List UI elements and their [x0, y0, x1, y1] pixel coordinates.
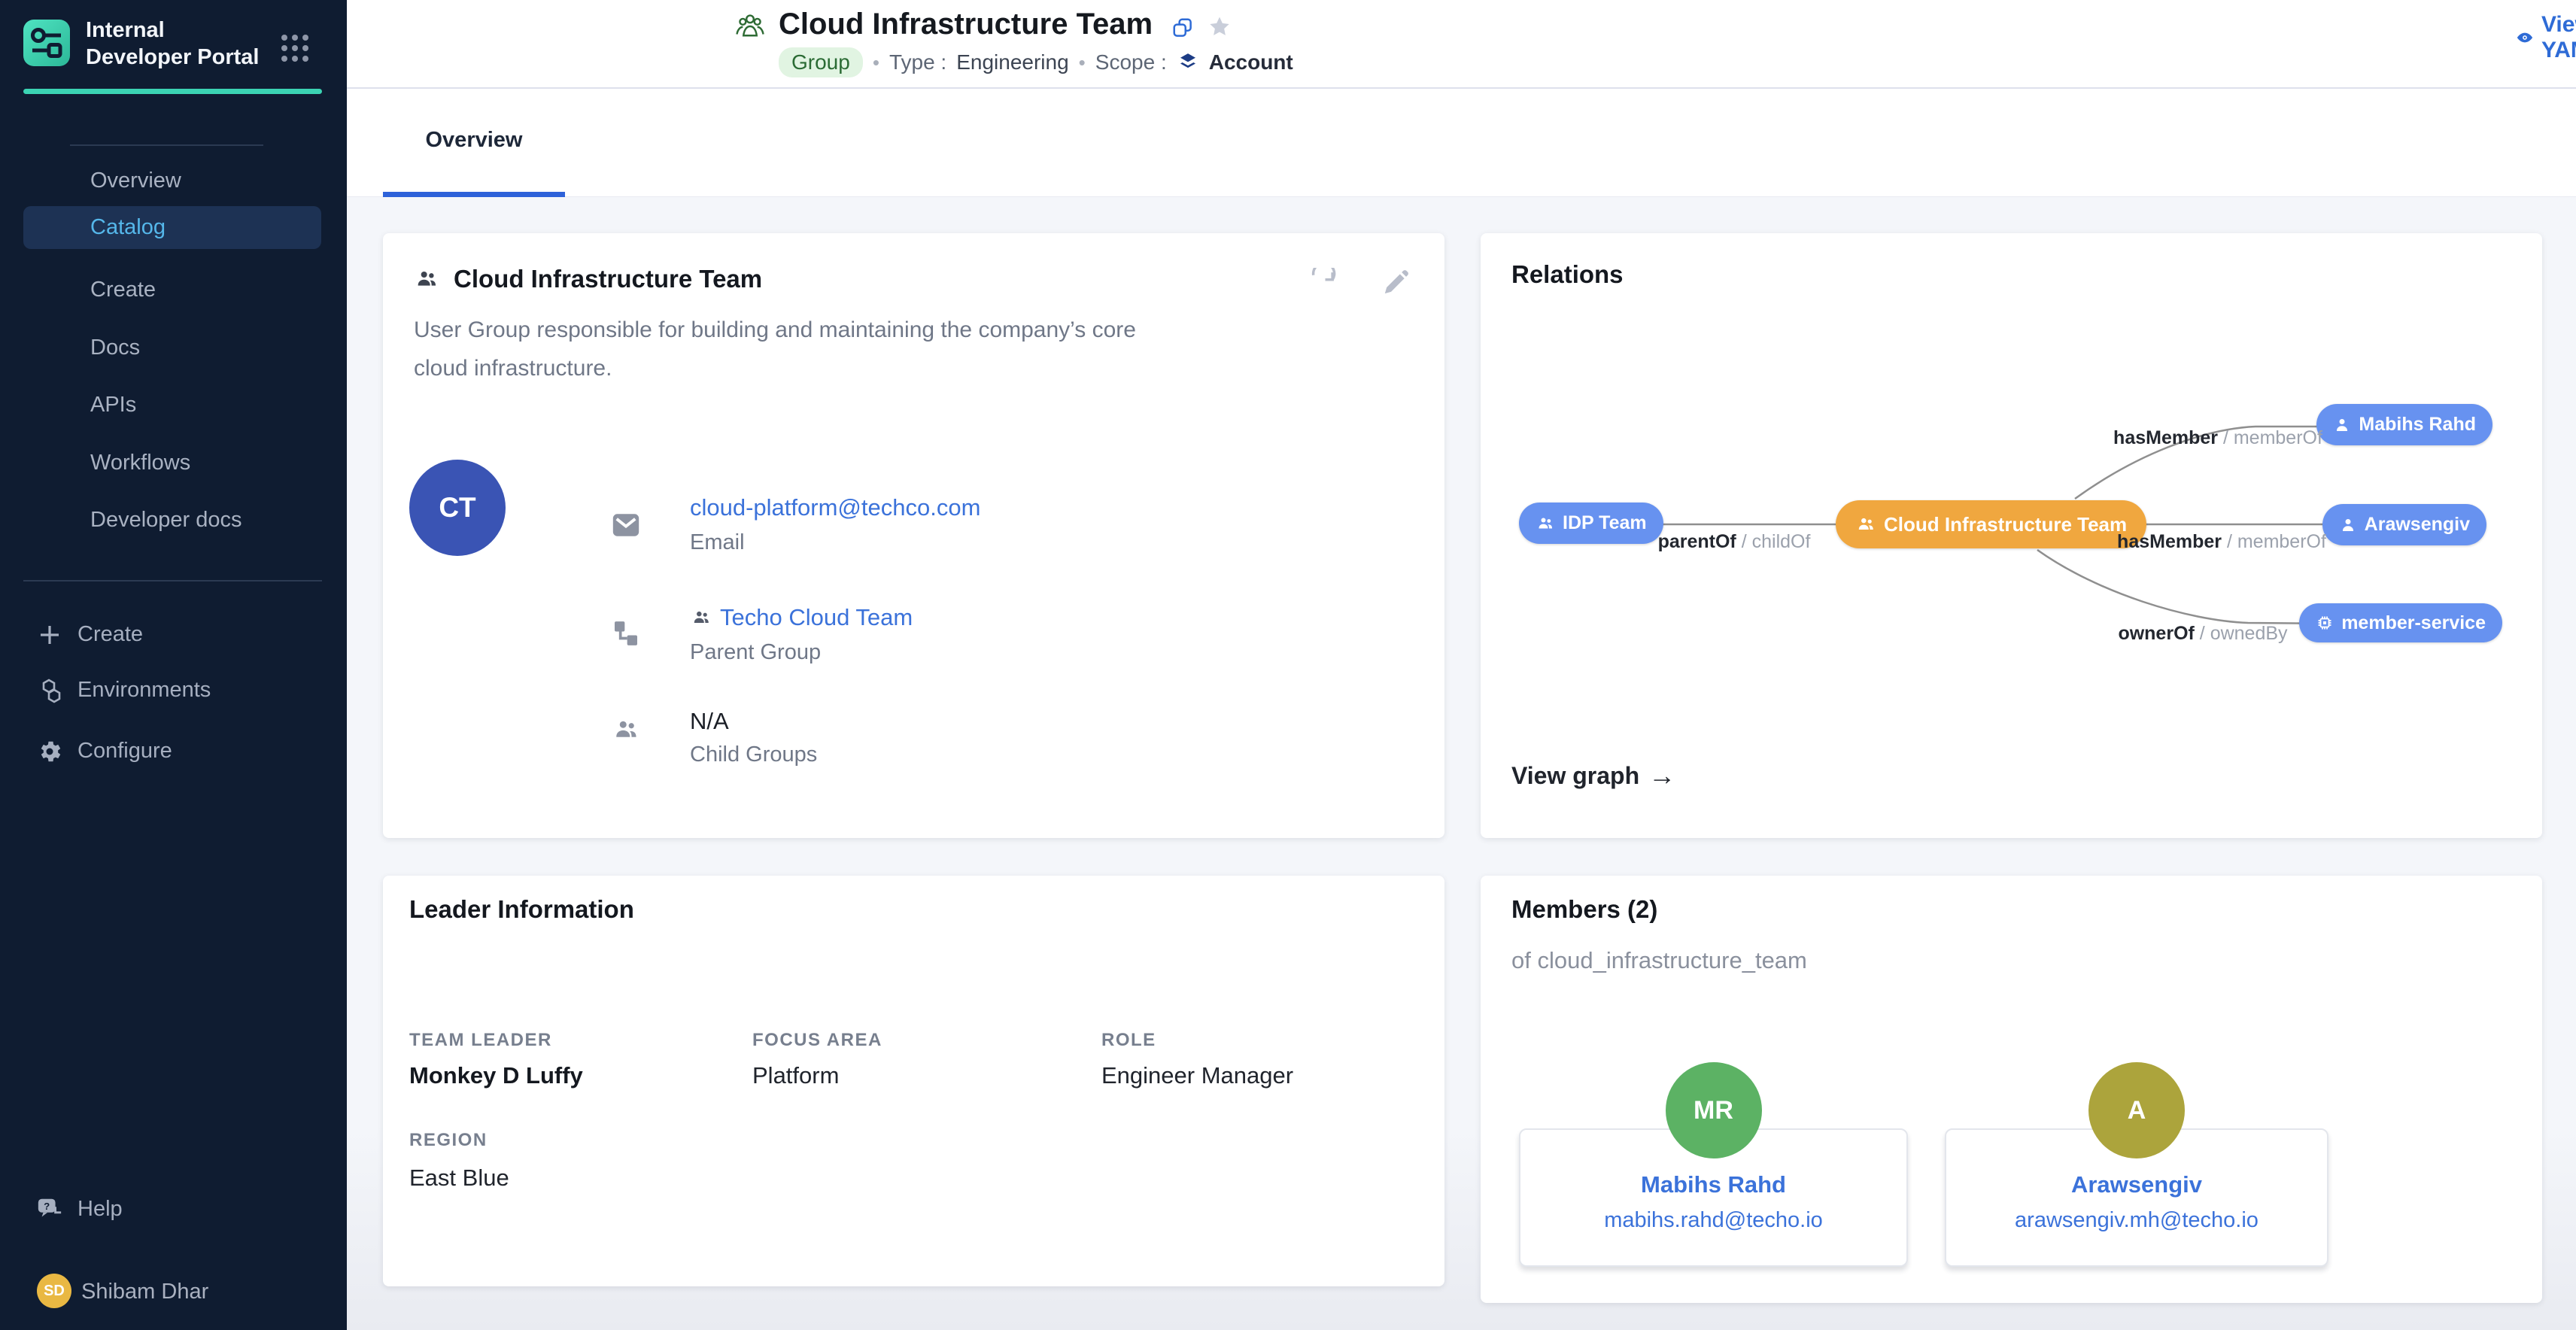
team-leader-label: TEAM LEADER — [409, 1030, 552, 1051]
sidebar-action-environments[interactable]: Environments — [0, 669, 347, 712]
region-value: East Blue — [409, 1165, 509, 1192]
eye-icon — [2517, 28, 2533, 47]
role-label: ROLE — [1101, 1030, 1156, 1051]
sidebar-accent-divider — [23, 89, 322, 94]
scope-value: Account — [1209, 50, 1293, 74]
chip-icon — [2316, 614, 2334, 632]
team-leader-value: Monkey D Luffy — [409, 1062, 583, 1089]
apps-grid-icon[interactable] — [281, 35, 313, 62]
arrow-right-icon: → — [1648, 760, 1675, 791]
type-value: Engineering — [956, 50, 1068, 74]
edge-label-ownerof: ownerOf / ownedBy — [2118, 623, 2287, 645]
hierarchy-tree-icon — [611, 618, 641, 648]
email-link[interactable]: cloud-platform@techco.com — [690, 494, 980, 521]
members-title: Members (2) — [1511, 895, 1657, 924]
scope-label: Scope : — [1095, 50, 1167, 74]
group-avatar: CT — [409, 460, 506, 556]
leader-information-card: Leader Information TEAM LEADER Monkey D … — [383, 876, 1444, 1286]
people-icon — [412, 267, 441, 291]
view-graph-link[interactable]: View graph → — [1511, 760, 1675, 791]
member-name-link[interactable]: Mabihs Rahd — [1520, 1171, 1906, 1198]
sidebar-item-catalog[interactable]: Catalog — [23, 206, 321, 249]
sidebar-item-create[interactable]: Create — [23, 269, 321, 311]
people-icon — [1855, 515, 1876, 534]
gear-icon — [36, 738, 63, 765]
graph-node-arawsengiv[interactable]: Arawsengiv — [2322, 504, 2486, 545]
sidebar-item-workflows[interactable]: Workflows — [23, 442, 321, 484]
refresh-icon[interactable] — [1307, 268, 1338, 299]
svg-text:?: ? — [44, 1201, 50, 1212]
edit-pencil-icon[interactable] — [1381, 268, 1411, 298]
dot-separator: • — [873, 51, 879, 74]
page-title: Cloud Infrastructure Team — [779, 8, 1153, 41]
group-description: User Group responsible for building and … — [414, 311, 1189, 387]
user-avatar[interactable]: SD — [37, 1274, 71, 1308]
person-icon — [2333, 416, 2351, 434]
star-icon[interactable] — [1208, 15, 1232, 39]
sidebar-item-overview[interactable]: Overview — [23, 159, 321, 202]
about-card-header: Cloud Infrastructure Team — [412, 265, 762, 293]
graph-node-cloud-infrastructure-team[interactable]: Cloud Infrastructure Team — [1836, 500, 2146, 548]
members-subtitle: of cloud_infrastructure_team — [1511, 947, 1807, 974]
member-card-arawsengiv[interactable]: A Arawsengiv arawsengiv.mh@techo.io — [1945, 1128, 2328, 1267]
layers-scope-icon — [1177, 51, 1199, 74]
email-icon — [611, 512, 641, 539]
relations-card: Relations IDP Team Cloud Infrastructure … — [1481, 233, 2542, 838]
parent-group-link[interactable]: Techo Cloud Team — [690, 604, 913, 631]
focus-area-label: FOCUS AREA — [752, 1030, 882, 1051]
leader-card-title: Leader Information — [409, 895, 634, 924]
member-avatar: A — [2088, 1062, 2185, 1158]
entity-meta-row: Group • Type : Engineering • Scope : Acc… — [779, 47, 1293, 78]
app-title: Internal Developer Portal — [86, 17, 275, 71]
member-avatar: MR — [1666, 1062, 1762, 1158]
child-groups-value: N/A — [690, 708, 729, 735]
child-groups-label: Child Groups — [690, 742, 817, 767]
about-card: Cloud Infrastructure Team User Group res… — [383, 233, 1444, 838]
sidebar-item-apis[interactable]: APIs — [23, 384, 321, 427]
person-icon — [2339, 516, 2357, 534]
user-name[interactable]: Shibam Dhar — [81, 1280, 208, 1304]
region-label: REGION — [409, 1130, 488, 1151]
edge-label-hasmember-mid: hasMember / memberOf — [2117, 531, 2326, 553]
kind-badge: Group — [779, 47, 863, 77]
people-icon — [690, 608, 712, 627]
tab-overview[interactable]: Overview — [383, 89, 565, 197]
member-email-link[interactable]: arawsengiv.mh@techo.io — [1946, 1208, 2327, 1233]
parent-group-label: Parent Group — [690, 640, 821, 665]
edge-label-parentof: parentOf / childOf — [1658, 531, 1811, 553]
hexagons-icon — [36, 677, 63, 704]
graph-node-mabihs-rahd[interactable]: Mabihs Rahd — [2316, 404, 2492, 445]
edge-label-hasmember-top: hasMember / memberOf — [2113, 427, 2322, 449]
members-card: Members (2) of cloud_infrastructure_team… — [1481, 876, 2542, 1303]
view-yaml-button[interactable]: View YAML — [2517, 22, 2576, 53]
sidebar-action-create[interactable]: Create — [0, 613, 347, 656]
tab-bar: Overview — [347, 89, 2576, 197]
role-value: Engineer Manager — [1101, 1062, 1293, 1089]
sidebar-divider-bottom — [23, 580, 322, 581]
member-email-link[interactable]: mabihs.rahd@techo.io — [1520, 1208, 1906, 1233]
focus-area-value: Platform — [752, 1062, 839, 1089]
about-card-title: Cloud Infrastructure Team — [454, 265, 762, 293]
people-icon — [611, 716, 641, 743]
member-card-mabihs-rahd[interactable]: MR Mabihs Rahd mabihs.rahd@techo.io — [1519, 1128, 1908, 1267]
sidebar-help[interactable]: ? Help — [0, 1188, 347, 1231]
graph-node-member-service[interactable]: member-service — [2299, 603, 2502, 642]
graph-node-idp-team[interactable]: IDP Team — [1519, 503, 1663, 544]
sidebar-item-docs[interactable]: Docs — [23, 326, 321, 369]
sidebar-action-configure[interactable]: Configure — [0, 730, 347, 773]
people-icon — [1536, 515, 1555, 533]
member-name-link[interactable]: Arawsengiv — [1946, 1171, 2327, 1198]
email-label: Email — [690, 530, 745, 555]
help-chat-icon: ? — [36, 1196, 63, 1223]
sidebar-item-developer-docs[interactable]: Developer docs — [23, 499, 321, 542]
group-entity-icon — [734, 10, 766, 43]
plus-icon — [36, 621, 63, 648]
sidebar: Internal Developer Portal Overview Catal… — [0, 0, 347, 1330]
type-label: Type : — [889, 50, 946, 74]
dot-separator: • — [1079, 51, 1086, 74]
app-logo-icon[interactable] — [23, 20, 70, 66]
sidebar-divider-top — [70, 144, 263, 146]
copy-icon[interactable] — [1171, 17, 1194, 39]
page-header: Cloud Infrastructure Team Group • Type :… — [347, 0, 2576, 89]
